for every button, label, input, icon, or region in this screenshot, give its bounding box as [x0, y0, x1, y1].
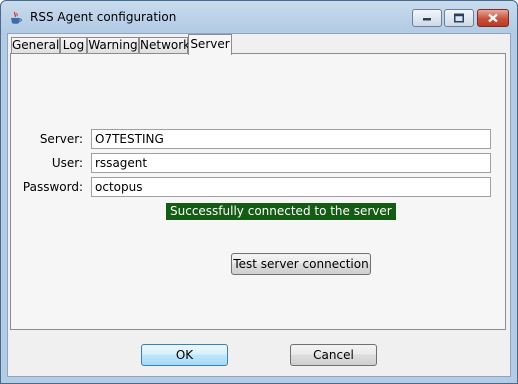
connection-status-message: Successfully connected to the server — [166, 203, 396, 220]
java-cup-icon — [11, 11, 22, 24]
dialog-window: RSS Agent configuration General Log Warn… — [0, 0, 518, 384]
tab-log[interactable]: Log — [60, 37, 87, 54]
password-label: Password: — [22, 180, 83, 194]
title-bar[interactable]: RSS Agent configuration — [1, 1, 517, 33]
cancel-button[interactable]: Cancel — [290, 344, 377, 366]
tab-network[interactable]: Network — [139, 37, 190, 54]
maximize-button[interactable] — [444, 9, 474, 27]
tab-warning[interactable]: Warning — [87, 37, 139, 54]
test-server-connection-button[interactable]: Test server connection — [231, 253, 371, 275]
tab-server[interactable]: Server — [188, 34, 232, 55]
server-label: Server: — [39, 132, 83, 146]
password-input[interactable] — [91, 177, 491, 197]
server-input[interactable] — [91, 129, 491, 149]
dialog-content: General Log Warning Network Server Serve… — [7, 33, 511, 377]
user-input[interactable] — [91, 153, 491, 173]
tab-general[interactable]: General — [11, 37, 60, 54]
window-title: RSS Agent configuration — [30, 10, 177, 24]
close-icon — [488, 13, 498, 23]
close-button[interactable] — [477, 9, 509, 27]
minimize-icon — [423, 18, 431, 21]
user-label: User: — [51, 156, 83, 170]
maximize-icon — [454, 13, 464, 23]
ok-button[interactable]: OK — [141, 344, 228, 366]
minimize-button[interactable] — [412, 9, 442, 27]
server-tab-panel: Server: User: Password: Successfully con… — [10, 53, 506, 330]
